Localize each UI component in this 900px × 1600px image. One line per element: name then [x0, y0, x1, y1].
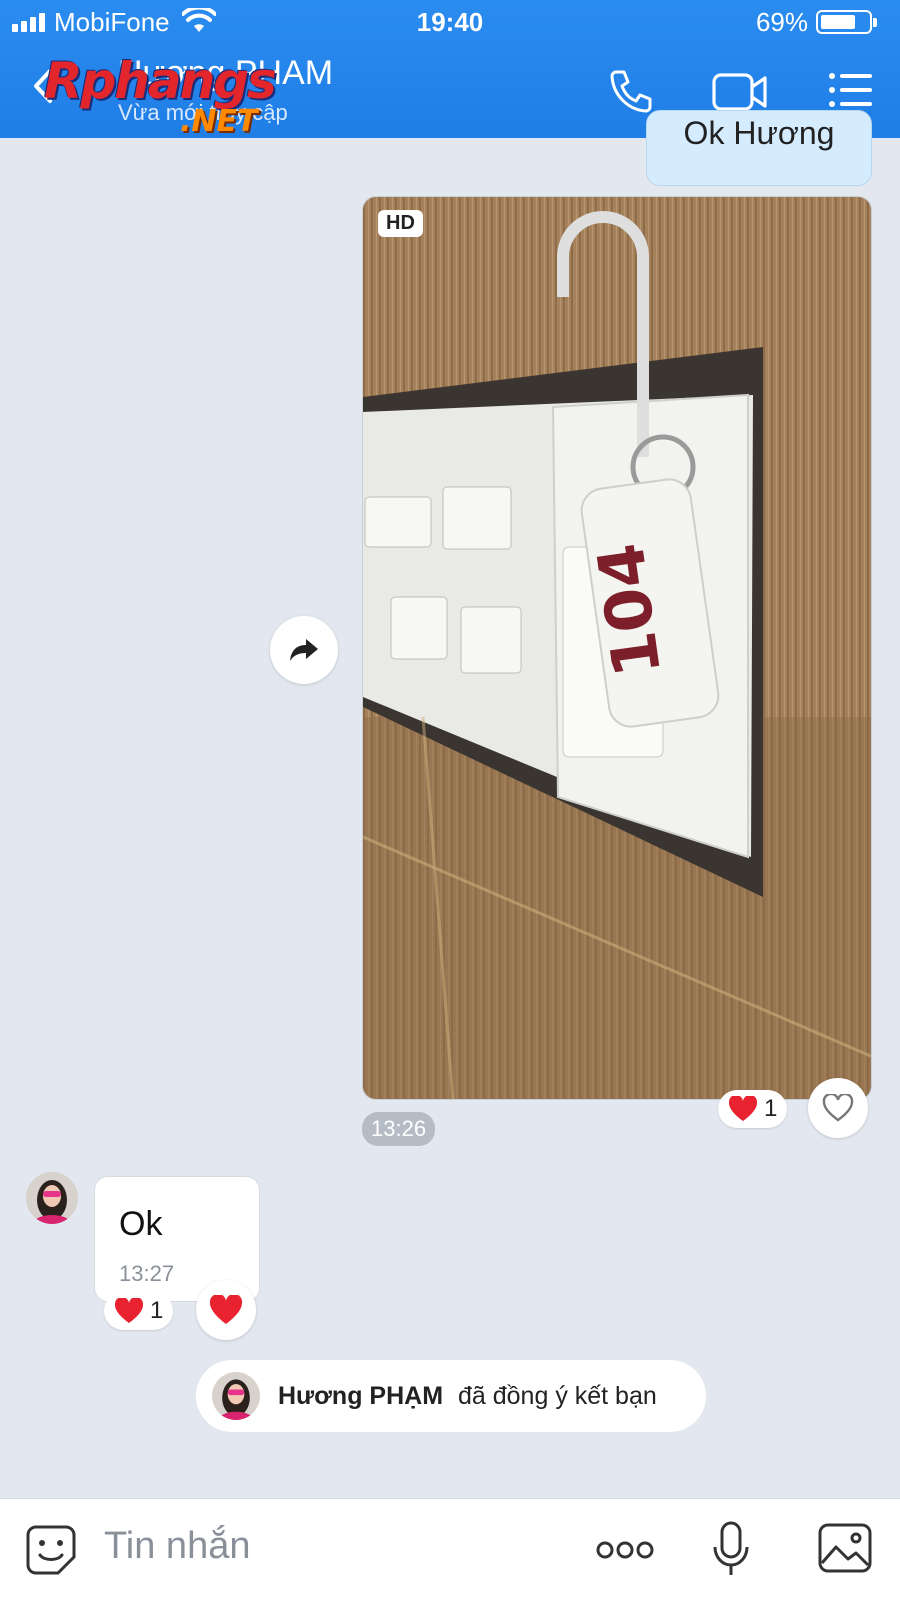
notice-text: đã đồng ý kết bạn	[458, 1382, 657, 1410]
avatar[interactable]	[212, 1372, 260, 1420]
photo-message[interactable]: 104	[362, 196, 872, 1100]
heart-icon	[209, 1295, 243, 1324]
avatar[interactable]	[26, 1172, 78, 1224]
reaction-summary[interactable]: 1	[718, 1090, 788, 1128]
message-input-bar: Tin nhắn	[0, 1498, 900, 1600]
watermark-text: Rphangs	[44, 52, 277, 110]
microphone-icon[interactable]	[712, 1521, 750, 1579]
phone-icon[interactable]	[608, 68, 654, 114]
share-icon	[290, 639, 318, 661]
video-icon[interactable]	[712, 72, 768, 112]
friend-accepted-notice: Hương PHẠM đã đồng ý kết bạn	[196, 1360, 706, 1432]
reaction-summary[interactable]: 1	[104, 1292, 174, 1330]
message-time: 13:27	[119, 1261, 175, 1286]
gallery-icon[interactable]	[818, 1523, 872, 1573]
message-input[interactable]: Tin nhắn	[104, 1525, 250, 1568]
watermark-logo: Rphangs .NET	[44, 52, 277, 139]
share-button[interactable]	[270, 616, 338, 684]
heart-icon	[728, 1096, 758, 1121]
outgoing-message-bubble[interactable]: Ok Hương	[646, 110, 872, 186]
react-button[interactable]	[196, 1280, 256, 1340]
message-text: Ok	[119, 1205, 163, 1243]
photo-image: 104	[363, 197, 871, 1099]
hd-badge: HD	[378, 210, 423, 237]
heart-outline-icon	[822, 1094, 854, 1122]
heart-icon	[114, 1298, 144, 1323]
sticker-icon[interactable]	[24, 1523, 78, 1577]
status-bar: MobiFone 19:40 69%	[0, 0, 900, 44]
reaction-count: 1	[764, 1095, 778, 1122]
message-time: 13:26	[362, 1112, 436, 1146]
more-icon[interactable]	[596, 1541, 654, 1559]
react-button[interactable]	[808, 1078, 868, 1138]
battery-icon	[816, 10, 877, 34]
menu-icon[interactable]	[828, 72, 874, 108]
message-text: Ok Hương	[683, 115, 835, 151]
battery-percent: 69%	[755, 7, 808, 37]
reaction-count: 1	[150, 1297, 164, 1324]
notice-contact-name[interactable]: Hương PHẠM	[278, 1382, 443, 1411]
